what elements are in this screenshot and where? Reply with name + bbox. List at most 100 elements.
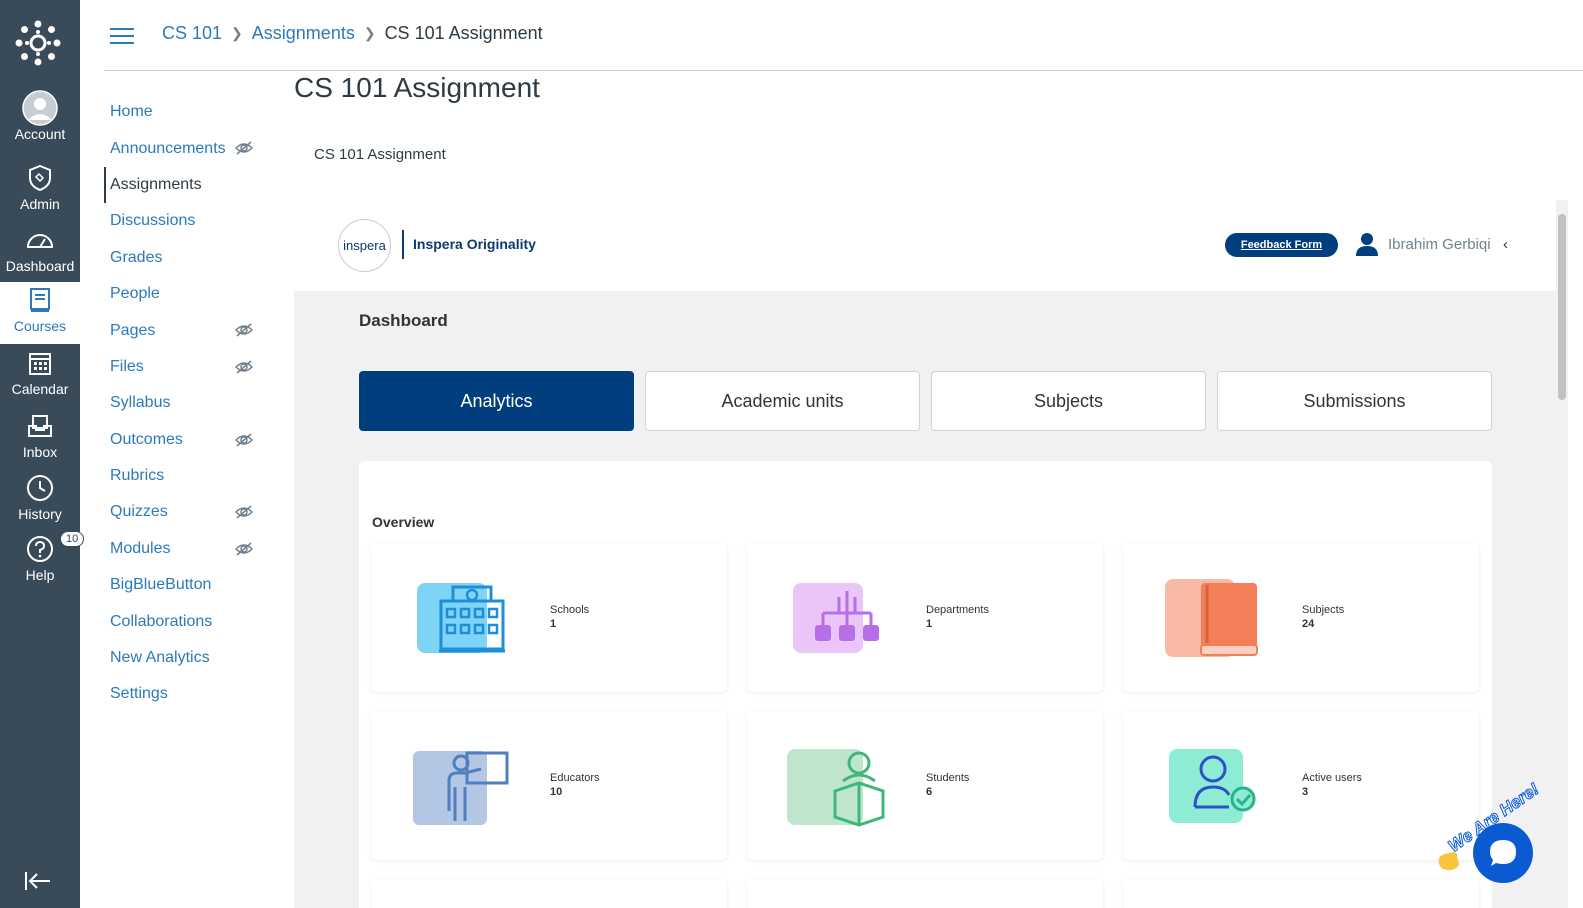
page-header: CS 101 ❯ Assignments ❯ CS 101 Assignment: [104, 0, 1583, 71]
course-nav-new-analytics[interactable]: New Analytics: [104, 640, 274, 676]
page-title: CS 101 Assignment: [294, 72, 540, 103]
tab-submissions[interactable]: Submissions: [1217, 371, 1492, 431]
stat-value: 10: [550, 786, 563, 798]
hierarchy-icon: [793, 583, 879, 653]
course-nav-label: Syllabus: [110, 394, 171, 412]
global-nav-label: History: [18, 506, 62, 522]
course-nav-label: Home: [110, 103, 153, 121]
course-nav-rubrics[interactable]: Rubrics: [104, 458, 274, 494]
stat-label: Subjects: [1302, 604, 1345, 616]
overview-panel: Overview Schools 1 Departments 1 Subject…: [359, 461, 1492, 908]
stat-card: [747, 879, 1103, 908]
course-nav-announcements[interactable]: Announcements: [104, 130, 274, 166]
eye-slash-icon: [234, 505, 254, 519]
hamburger-menu-icon[interactable]: [110, 26, 134, 46]
school-building-icon: [417, 583, 505, 653]
chat-widget[interactable]: We Are Here!: [1433, 779, 1558, 890]
course-nav-modules[interactable]: Modules: [104, 531, 274, 567]
collapse-nav-icon[interactable]: [22, 868, 56, 894]
global-nav-inbox[interactable]: Inbox: [0, 408, 80, 470]
tab-subjects[interactable]: Subjects: [931, 371, 1206, 431]
course-nav: Home Announcements Assignments Discussions G…: [104, 94, 274, 713]
book-icon: [1165, 579, 1258, 657]
departments-card: Departments 1: [747, 543, 1103, 692]
breadcrumb-assignments-link[interactable]: Assignments: [252, 23, 355, 44]
assignment-description: CS 101 Assignment: [314, 146, 446, 163]
breadcrumb-course-link[interactable]: CS 101: [162, 23, 222, 44]
breadcrumb-current: CS 101 Assignment: [384, 23, 543, 43]
user-name[interactable]: Ibrahim Gerbiqi: [1388, 236, 1491, 253]
eye-slash-icon: [234, 432, 254, 447]
canvas-logo-icon[interactable]: [15, 20, 61, 66]
inbox-icon: [20, 408, 60, 444]
global-nav-help[interactable]: 10 Help: [0, 531, 85, 593]
divider: [402, 230, 404, 259]
dashboard-title: Dashboard: [359, 311, 448, 330]
global-nav-history[interactable]: History: [0, 470, 80, 532]
course-nav-bigbluebutton[interactable]: BigBlueButton: [104, 567, 274, 603]
chevron-left-icon[interactable]: ‹: [1503, 236, 1508, 253]
global-nav-label: Dashboard: [5, 258, 75, 274]
course-nav-label: Files: [110, 357, 144, 375]
scrollbar-thumb[interactable]: [1558, 214, 1566, 400]
global-nav: Account Admin Dashboard Courses Calendar…: [0, 0, 85, 908]
course-nav-label: Quizzes: [110, 503, 168, 521]
inspera-logo: inspera: [338, 219, 391, 272]
shield-icon: [20, 160, 60, 196]
inspera-frame: inspera Inspera Originality Feedback For…: [294, 200, 1556, 908]
breadcrumb: CS 101 ❯ Assignments ❯ CS 101 Assignment: [162, 23, 543, 44]
course-nav-settings[interactable]: Settings: [104, 676, 274, 712]
chat-bubble-icon: [1490, 840, 1516, 866]
active-users-card: Active users 3: [1123, 711, 1479, 860]
feedback-form-button[interactable]: Feedback Form: [1225, 233, 1338, 257]
course-nav-label: Modules: [110, 539, 171, 557]
account-icon: [20, 90, 60, 126]
global-nav-label: Calendar: [11, 381, 69, 397]
global-nav-label: Account: [14, 126, 66, 142]
course-nav-discussions[interactable]: Discussions: [104, 203, 274, 239]
course-nav-outcomes[interactable]: Outcomes: [104, 422, 274, 458]
product-name: Inspera Originality: [413, 236, 536, 252]
chevron-right-icon: ❯: [363, 25, 376, 41]
help-badge: 10: [60, 531, 85, 547]
course-nav-label: BigBlueButton: [110, 576, 212, 594]
teacher-icon: [413, 751, 509, 825]
active-user-icon: [1169, 749, 1256, 823]
course-nav-syllabus[interactable]: Syllabus: [104, 385, 274, 421]
stat-value: 1: [550, 618, 557, 630]
clock-icon: [20, 470, 60, 506]
tab-analytics[interactable]: Analytics: [359, 371, 634, 431]
students-card: Students 6: [747, 711, 1103, 860]
course-nav-files[interactable]: Files: [104, 349, 274, 385]
course-nav-grades[interactable]: Grades: [104, 240, 274, 276]
global-nav-account[interactable]: Account: [0, 90, 80, 152]
global-nav-courses[interactable]: Courses: [0, 282, 80, 344]
subjects-card: Subjects 24: [1123, 543, 1479, 692]
schools-card: Schools 1: [371, 543, 727, 692]
inspera-logo-text: inspera: [343, 238, 386, 253]
chevron-right-icon: ❯: [231, 25, 243, 41]
course-nav-label: People: [110, 285, 160, 303]
stat-value: 24: [1302, 618, 1315, 630]
calendar-icon: [20, 345, 60, 381]
tab-academic-units[interactable]: Academic units: [645, 371, 920, 431]
course-nav-assignments[interactable]: Assignments: [104, 166, 274, 204]
course-nav-home[interactable]: Home: [104, 94, 274, 130]
waving-hand-icon: [1438, 852, 1459, 870]
global-nav-dashboard[interactable]: Dashboard: [0, 222, 80, 284]
eye-slash-icon: [234, 141, 254, 155]
course-nav-collaborations[interactable]: Collaborations: [104, 603, 274, 639]
eye-slash-icon: [234, 360, 254, 374]
inspera-dashboard: Dashboard Analytics Academic units Subje…: [294, 291, 1556, 908]
stat-value: 1: [926, 618, 933, 630]
course-nav-pages[interactable]: Pages: [104, 312, 274, 348]
course-nav-people[interactable]: People: [104, 276, 274, 312]
global-nav-calendar[interactable]: Calendar: [0, 345, 80, 407]
global-nav-admin[interactable]: Admin: [0, 160, 80, 222]
chat-button[interactable]: [1473, 823, 1533, 883]
course-nav-label: Rubrics: [110, 467, 165, 485]
inspera-header: inspera Inspera Originality Feedback For…: [294, 200, 1556, 291]
global-nav-label: Courses: [13, 318, 67, 334]
stat-card: [371, 879, 727, 908]
course-nav-quizzes[interactable]: Quizzes: [104, 494, 274, 530]
